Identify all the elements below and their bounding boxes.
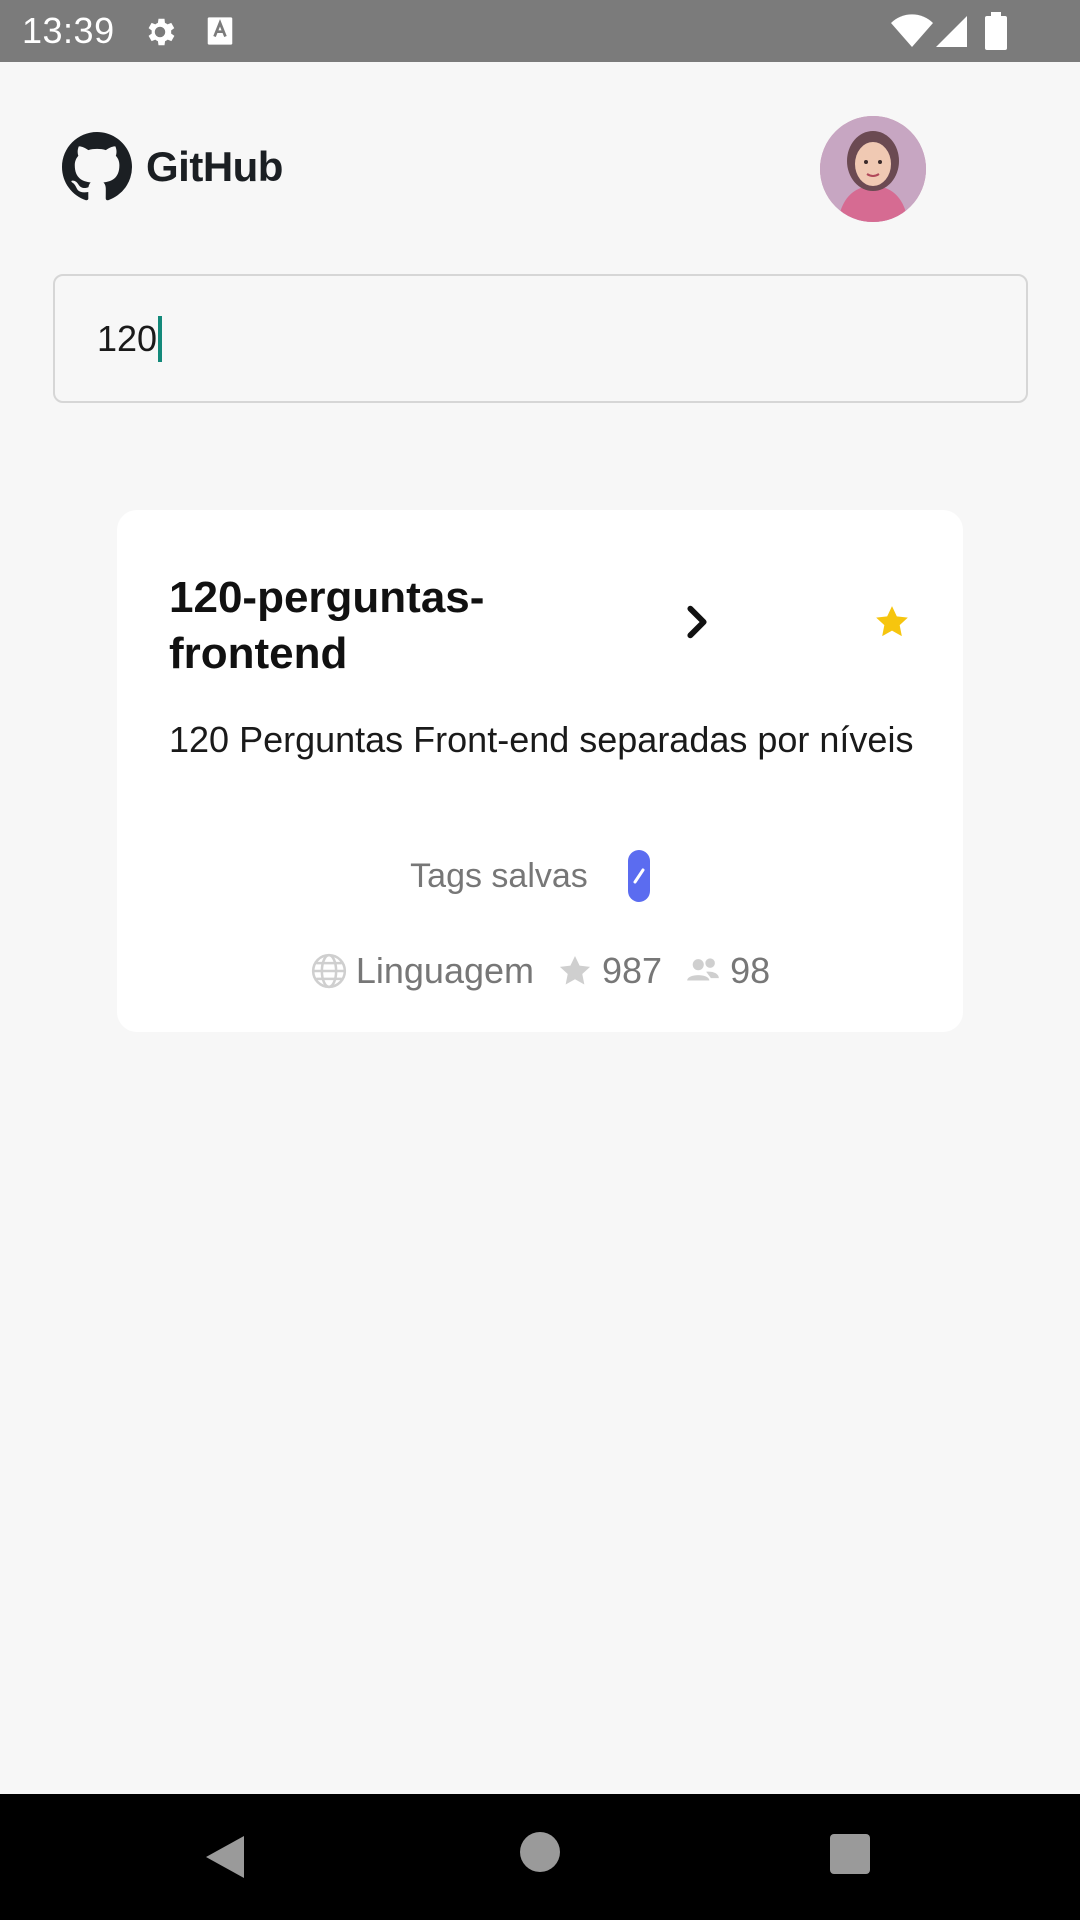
- search-input[interactable]: 120: [53, 274, 1028, 403]
- status-time: 13:39: [22, 10, 115, 51]
- user-avatar[interactable]: [820, 116, 926, 222]
- avatar-image: [820, 116, 926, 222]
- github-octocat-icon: [62, 132, 132, 201]
- repo-title: 120-perguntas-frontend: [169, 573, 485, 678]
- repo-stats: Linguagem 987 98: [117, 950, 963, 992]
- text-caret: [158, 316, 163, 362]
- gear-icon: [148, 18, 175, 46]
- tags-row: Tags salvas: [117, 850, 963, 902]
- edit-tags-button[interactable]: [627, 850, 650, 902]
- a-keyboard-icon: [207, 17, 233, 45]
- back-icon[interactable]: [204, 1834, 246, 1880]
- globe-icon: [311, 953, 346, 989]
- repository-card[interactable]: 120-perguntas-frontend 120 Perguntas Fro…: [117, 510, 963, 1032]
- stars-count: 987: [602, 950, 663, 991]
- star-outline-icon: [559, 955, 591, 985]
- star-icon[interactable]: [872, 602, 912, 642]
- people-icon: [687, 958, 719, 981]
- forks-count: 98: [730, 950, 771, 991]
- tags-label: Tags salvas: [410, 856, 588, 895]
- wifi-icon: [891, 14, 933, 47]
- logo-text: GitHub: [146, 143, 283, 190]
- home-icon[interactable]: [520, 1832, 560, 1872]
- stars-stat: 987: [556, 950, 662, 992]
- forks-stat: 98: [684, 950, 770, 992]
- chevron-right-icon[interactable]: [677, 602, 717, 642]
- status-bar: 13:39: [0, 0, 1080, 62]
- search-input-value: 120: [97, 318, 158, 359]
- signal-icon: [936, 16, 967, 47]
- github-logo: GitHub: [62, 132, 283, 202]
- recent-apps-icon[interactable]: [830, 1834, 870, 1874]
- language-stat: Linguagem: [310, 950, 534, 992]
- battery-icon: [985, 12, 1007, 50]
- pencil-icon: [633, 868, 645, 884]
- language-label: Linguagem: [355, 950, 534, 991]
- repo-description: 120 Perguntas Front-end separadas por ní…: [169, 719, 914, 760]
- navigation-bar: [0, 1794, 1080, 1920]
